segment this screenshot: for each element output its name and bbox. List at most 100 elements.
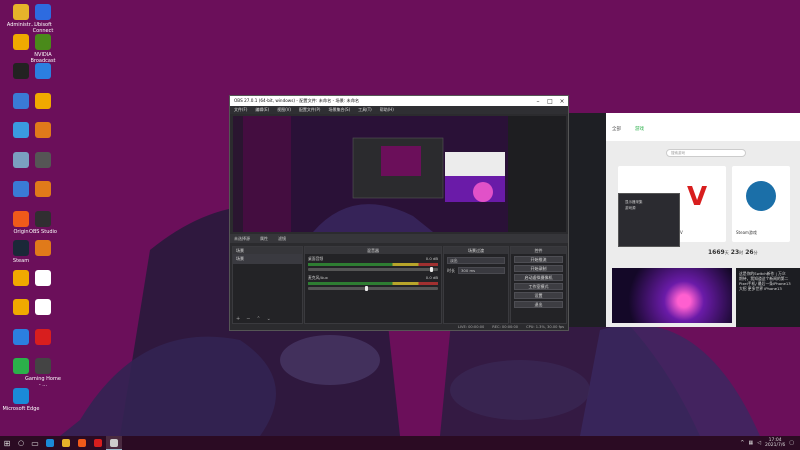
street-fighter-icon: V [686,182,708,212]
menu-item[interactable]: 编辑(E) [255,107,269,113]
game-launcher-window[interactable]: 全部 游戏 搜索游戏 V 街霸V Steam游戏 1669天 23时 26分 这… [568,113,800,327]
remove-icon[interactable]: − [246,316,250,322]
desktop-icon-label: OBS Studio [29,228,57,235]
preview-scene-graphic [233,116,508,232]
volume-icon[interactable]: ◁ [757,440,761,446]
notification-icon[interactable]: ▢ [789,440,794,446]
desktop-icon[interactable] [24,328,62,347]
app-icon [35,151,51,168]
source-toolbar: 未选择源 属性 滤镜 [230,234,568,243]
properties-button[interactable]: 属性 [260,236,268,242]
menu-item[interactable]: 配置文件(P) [299,107,321,113]
promo-news-list[interactable]: 这是你的Switch新作 | 万众 期待，我知道这个新闻的第二 Pixel手机/… [736,268,800,327]
taskbar-app-button[interactable] [90,436,106,450]
chevron-down-icon[interactable]: ⌄ [267,316,271,322]
obs-title: OBS 27.0.1 (64-bit, windows) - 配置文件: 未命名… [234,98,360,103]
gaming-icon [35,358,51,374]
windows-start-icon[interactable]: ⊞ [0,436,14,450]
volume-slider-knob[interactable] [364,286,368,291]
desktop-icon[interactable] [24,122,62,140]
game-card-steam[interactable]: Steam游戏 [732,166,790,242]
exit-button[interactable]: 退出 [514,301,563,308]
edge-icon [46,439,54,447]
obs-icon [110,438,118,447]
tab-all[interactable]: 全部 [612,126,621,132]
minimize-icon[interactable]: – [532,98,544,105]
desktop-icon[interactable]: OBS Studio [24,210,62,235]
close-icon[interactable]: × [556,98,568,105]
transition-select[interactable]: 淡出 [447,257,505,264]
scene-item[interactable]: 场景 [233,254,302,264]
desktop-icon[interactable] [24,269,62,288]
mini-sources-panel[interactable]: 显示器采集 游戏源 [618,193,680,247]
chevron-up-icon[interactable]: ⌃ [256,316,260,322]
desktop-icon[interactable]: NVIDIA Broadcast [24,33,62,64]
studio-mode-button[interactable]: 工作室模式 [514,283,563,290]
desktop-icon[interactable]: Microsoft Edge [2,387,40,412]
duration-input[interactable]: 300 ms [458,267,505,274]
volume-slider[interactable] [308,267,438,272]
obs-window[interactable]: OBS 27.0.1 (64-bit, windows) - 配置文件: 未命名… [229,95,569,331]
volume-meter [308,263,438,266]
obs-preview-canvas[interactable] [233,116,508,232]
desktop-icon[interactable]: Ubisoft Connect [24,4,62,34]
desktop-icon-label: Gaming Home - ... [25,376,61,388]
news-item[interactable]: 大招 更多世界 iPhone13 [739,286,797,291]
start-virtual-camera-button[interactable]: 启动虚拟摄像机 [514,274,563,281]
ubisoft-icon [35,4,51,20]
network-icon[interactable]: ▦ [748,440,753,446]
taskbar-app-button[interactable] [58,436,74,450]
obs-titlebar[interactable]: OBS 27.0.1 (64-bit, windows) - 配置文件: 未命名… [230,96,568,106]
menu-item[interactable]: 视图(V) [277,107,291,113]
taskbar-app-button[interactable] [106,436,122,450]
obs-right-panel [508,116,566,232]
menu-item[interactable]: 场景集合(S) [328,107,350,113]
duration-label: 时长 [447,267,455,273]
app-icon [35,181,51,197]
source-item[interactable]: 游戏源 [619,206,679,212]
volume-slider[interactable] [308,286,438,291]
file-explorer-icon [62,439,70,447]
desktop-icon-label: Steam [12,258,30,264]
desktop-icon[interactable] [24,63,62,81]
tab-games[interactable]: 游戏 [635,126,644,132]
desktop-icon[interactable] [24,151,62,170]
taskbar-app-button[interactable] [42,436,58,450]
volume-slider-knob[interactable] [429,267,433,272]
controls-dock-title: 控件 [511,247,566,254]
start-streaming-button[interactable]: 开始推流 [514,256,563,263]
launcher-search-input[interactable]: 搜索游戏 [666,149,746,157]
maximize-icon[interactable]: □ [544,98,556,105]
taskbar-clock[interactable]: 17:04 2021/7/6 [765,438,785,448]
mixer-dock-title: 混音器 [305,247,441,254]
desktop-icon[interactable] [24,92,62,111]
taskbar-app-button[interactable] [74,436,90,450]
filters-button[interactable]: 滤镜 [278,236,286,242]
controls-dock: 控件 开始推流 开始录制 启动虚拟摄像机 工作室模式 设置 退出 [510,246,567,324]
start-recording-button[interactable]: 开始录制 [514,265,563,272]
desktop-icon-label: Microsoft Edge [2,405,40,412]
mixer-track: 麦克风/Aux 0.0 dB [305,273,441,292]
chevron-up-icon[interactable]: ^ [740,440,744,446]
add-icon[interactable]: + [236,316,240,322]
cpu-status: CPU: 1.3%, 30.00 fps [526,325,564,329]
live-status: LIVE: 00:00:00 [457,325,485,329]
taskbar-apps [42,436,122,450]
desktop-icon[interactable] [24,240,62,258]
menu-item[interactable]: 文件(F) [234,107,247,113]
promo-banner[interactable] [612,268,732,323]
settings-button[interactable]: 设置 [514,292,563,299]
steam-icon [746,181,776,211]
desktop-icon[interactable] [24,181,62,199]
edge-icon [13,387,29,404]
task-view-icon[interactable]: ▭ [28,436,42,450]
obs-menubar: 文件(F) 编辑(E) 视图(V) 配置文件(P) 场景集合(S) 工具(T) 帮助(H) [230,106,568,114]
search-icon[interactable]: ○ [14,436,28,450]
menu-item[interactable]: 帮助(H) [380,107,394,113]
track-name: 麦克风/Aux [308,275,328,280]
menu-item[interactable]: 工具(T) [358,107,372,113]
desktop-icon[interactable]: Gaming Home - ... [24,358,62,388]
desktop-icon[interactable] [24,299,62,317]
rec-status: REC: 00:00:00 [492,325,519,329]
netease-icon [35,328,51,345]
